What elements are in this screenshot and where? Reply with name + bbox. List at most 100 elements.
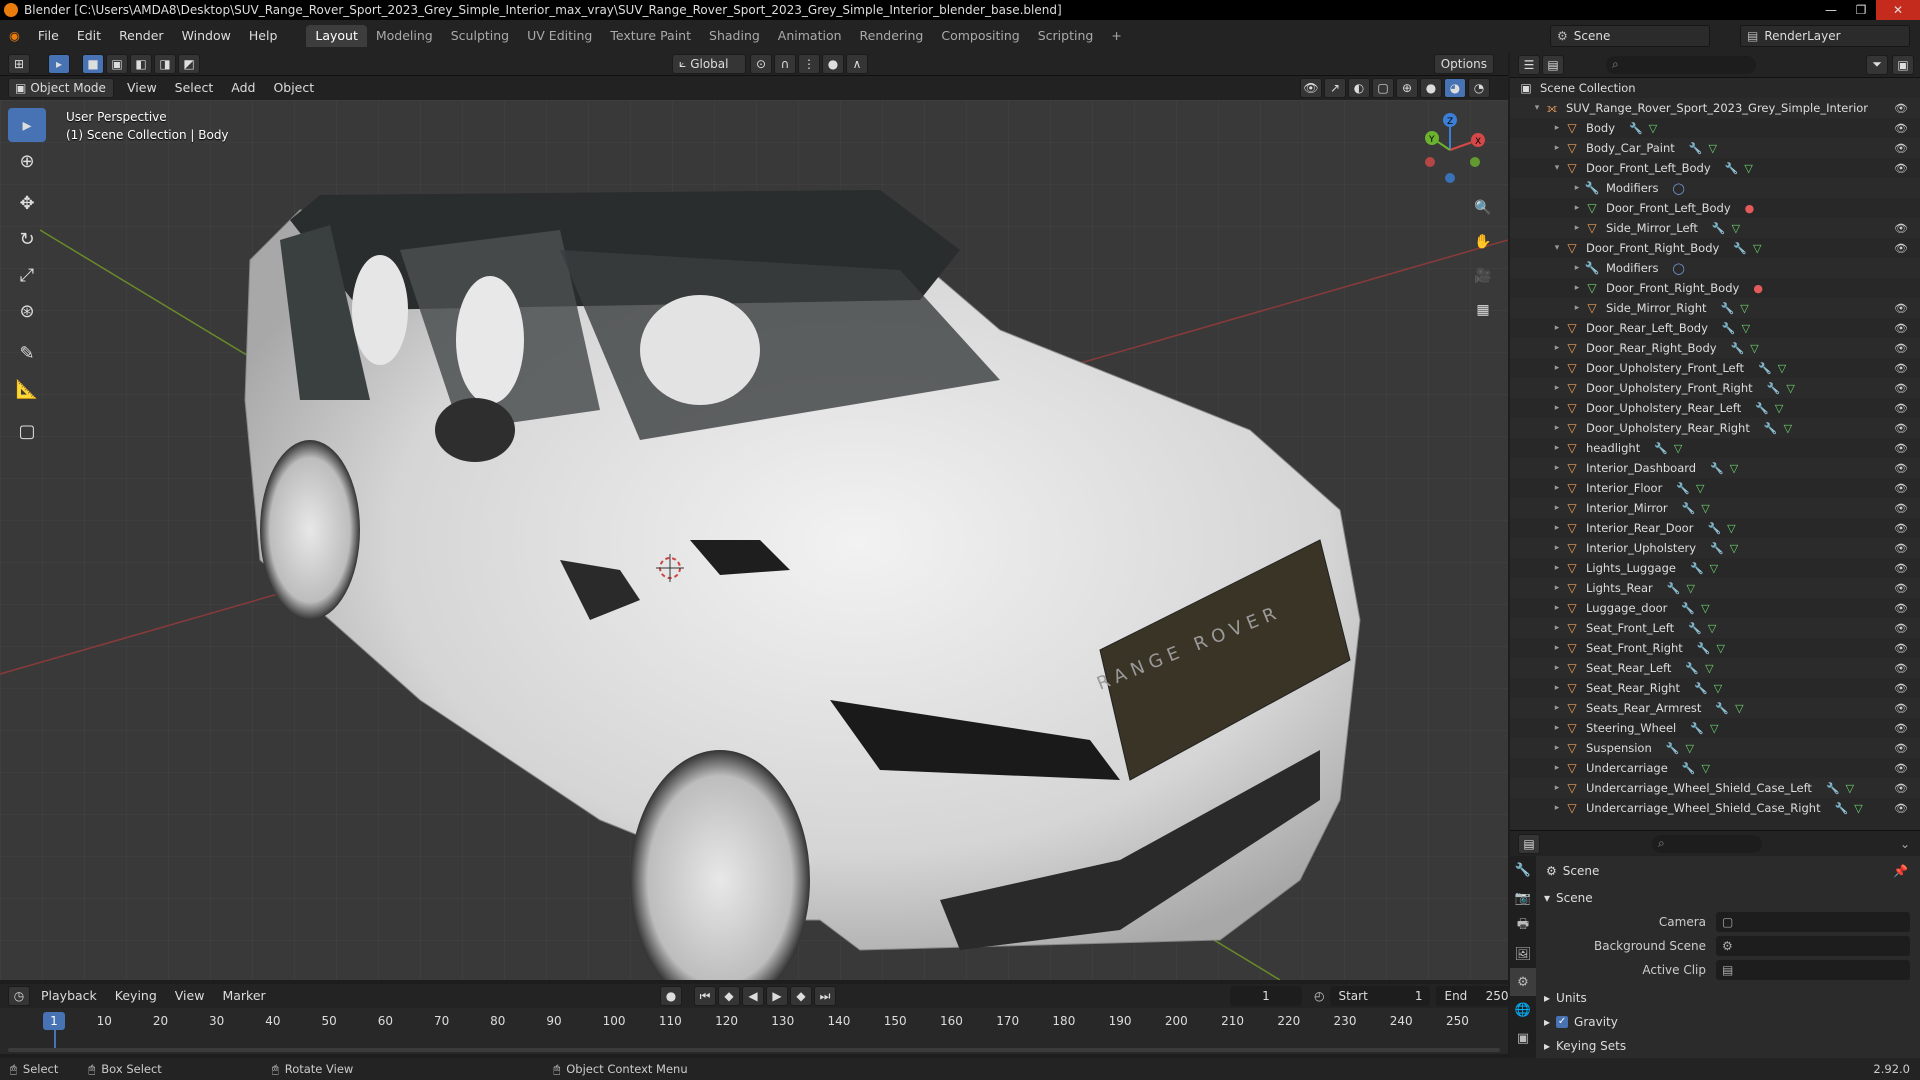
visibility-eye-icon[interactable]: 👁 — [1894, 342, 1908, 355]
visibility-eye-icon[interactable]: 👁 — [1894, 142, 1908, 155]
collapsed-arrow-icon[interactable]: ▸ — [1550, 443, 1564, 453]
gravity-checkbox[interactable]: ✓ — [1556, 1016, 1569, 1028]
mode-subtract-icon[interactable]: ◧ — [130, 53, 152, 74]
object-mode-dropdown[interactable]: ▣ Object Mode — [8, 78, 114, 98]
tool-tab-icon[interactable]: 🔧 — [1510, 856, 1536, 884]
collapsed-arrow-icon[interactable]: ▸ — [1550, 703, 1564, 713]
visibility-icon[interactable]: 👁 — [1300, 78, 1322, 98]
units-panel-header[interactable]: ▸ Units — [1536, 986, 1920, 1010]
visibility-eye-icon[interactable]: 👁 — [1894, 582, 1908, 595]
collapsed-arrow-icon[interactable]: ▸ — [1550, 543, 1564, 553]
visibility-eye-icon[interactable]: 👁 — [1894, 542, 1908, 555]
vp-menu-select[interactable]: Select — [166, 77, 223, 99]
collapse-arrow-icon[interactable]: ▾ — [1530, 103, 1544, 113]
zoom-icon[interactable]: 🔍 — [1470, 195, 1496, 221]
outliner-row[interactable]: ▸ ▽ Seats_Rear_Armrest 🔧 ▽ 👁 — [1510, 698, 1920, 718]
visibility-eye-icon[interactable]: 👁 — [1894, 242, 1908, 255]
timeline-editor-icon[interactable]: ◷ — [8, 986, 30, 1006]
outliner-editor-icon[interactable]: ☰ — [1518, 54, 1540, 75]
visibility-eye-icon[interactable]: 👁 — [1894, 362, 1908, 375]
collapsed-arrow-icon[interactable]: ▸ — [1550, 523, 1564, 533]
gravity-panel-header[interactable]: ▸ ✓ Gravity — [1536, 1010, 1920, 1034]
outliner-row[interactable]: ▸ 🔧 Modifiers ◯ — [1510, 258, 1920, 278]
visibility-eye-icon[interactable]: 👁 — [1894, 482, 1908, 495]
properties-editor-icon[interactable]: ▤ — [1518, 833, 1540, 854]
outliner-collection-row[interactable]: ▾ ⟗ SUV_Range_Rover_Sport_2023_Grey_Simp… — [1510, 98, 1920, 118]
blender-menu-icon[interactable]: ◉ — [0, 25, 29, 47]
outliner-row[interactable]: ▸ ▽ Interior_Dashboard 🔧 ▽ 👁 — [1510, 458, 1920, 478]
3d-viewport[interactable]: RANGE ROVER — [0, 100, 1508, 980]
outliner-row[interactable]: ▸ ▽ Steering_Wheel 🔧 ▽ 👁 — [1510, 718, 1920, 738]
scene-tab-icon[interactable]: ⚙ — [1510, 968, 1536, 996]
mode-new-icon[interactable]: ■ — [82, 53, 104, 74]
collapsed-arrow-icon[interactable]: ▸ — [1550, 803, 1564, 813]
vp-menu-object[interactable]: Object — [264, 77, 323, 99]
visibility-eye-icon[interactable]: 👁 — [1894, 322, 1908, 335]
tab-modeling[interactable]: Modeling — [367, 25, 442, 47]
current-frame-field[interactable]: 1 — [1230, 986, 1302, 1006]
outliner-row[interactable]: ▸ ▽ Door_Upholstery_Front_Left 🔧 ▽ 👁 — [1510, 358, 1920, 378]
outliner-row[interactable]: ▸ ▽ Interior_Upholstery 🔧 ▽ 👁 — [1510, 538, 1920, 558]
rotate-tool-icon[interactable]: ↻ — [8, 222, 46, 256]
outliner-search-input[interactable]: ⌕ — [1606, 55, 1756, 74]
proportional-icon[interactable]: ● — [822, 53, 844, 74]
menu-render[interactable]: Render — [110, 25, 173, 47]
outliner-row[interactable]: ▸ ▽ Door_Front_Left_Body ● — [1510, 198, 1920, 218]
collapsed-arrow-icon[interactable]: ▸ — [1550, 623, 1564, 633]
maximize-button[interactable]: ❐ — [1846, 0, 1876, 20]
visibility-eye-icon[interactable]: 👁 — [1894, 422, 1908, 435]
outliner-row[interactable]: ▸ ▽ Interior_Floor 🔧 ▽ 👁 — [1510, 478, 1920, 498]
menu-file[interactable]: File — [29, 25, 68, 47]
visibility-eye-icon[interactable]: 👁 — [1894, 802, 1908, 815]
active-clip-field[interactable]: ▤ — [1716, 960, 1910, 980]
mode-extend-icon[interactable]: ▣ — [106, 53, 128, 74]
xray-icon[interactable]: ▢ — [1372, 78, 1394, 98]
tab-scripting[interactable]: Scripting — [1029, 25, 1103, 47]
collapsed-arrow-icon[interactable]: ▸ — [1550, 763, 1564, 773]
tab-shading[interactable]: Shading — [700, 25, 769, 47]
overlay-icon[interactable]: ◐ — [1348, 78, 1370, 98]
shading-rendered-icon[interactable]: ◔ — [1468, 78, 1490, 98]
visibility-eye-icon[interactable]: 👁 — [1894, 602, 1908, 615]
new-collection-icon[interactable]: ▣ — [1892, 54, 1914, 75]
outliner-row[interactable]: ▸ ▽ Lights_Rear 🔧 ▽ 👁 — [1510, 578, 1920, 598]
camera-view-icon[interactable]: 🎥 — [1470, 263, 1496, 289]
collapsed-arrow-icon[interactable]: ▸ — [1550, 503, 1564, 513]
timeline-menu-marker[interactable]: Marker — [213, 985, 274, 1007]
outliner-row[interactable]: ▸ ▽ Suspension 🔧 ▽ 👁 — [1510, 738, 1920, 758]
visibility-eye-icon[interactable]: 👁 — [1894, 402, 1908, 415]
outliner-row[interactable]: ▸ ▽ Door_Rear_Right_Body 🔧 ▽ 👁 — [1510, 338, 1920, 358]
visibility-eye-icon[interactable]: 👁 — [1894, 442, 1908, 455]
camera-field[interactable]: ▢ — [1716, 912, 1910, 932]
visibility-eye-icon[interactable]: 👁 — [1894, 102, 1908, 115]
outliner-row[interactable]: ▸ ▽ Side_Mirror_Right 🔧 ▽ 👁 — [1510, 298, 1920, 318]
collapsed-arrow-icon[interactable]: ▸ — [1550, 603, 1564, 613]
collapsed-arrow-icon[interactable]: ▸ — [1550, 723, 1564, 733]
close-button[interactable]: ✕ — [1876, 0, 1920, 20]
tab-sculpting[interactable]: Sculpting — [442, 25, 518, 47]
pan-hand-icon[interactable]: ✋ — [1470, 229, 1496, 255]
menu-edit[interactable]: Edit — [68, 25, 110, 47]
collapsed-arrow-icon[interactable]: ▸ — [1570, 283, 1584, 293]
select-tool-icon[interactable]: ▸ — [48, 53, 70, 74]
keying-sets-panel-header[interactable]: ▸ Keying Sets — [1536, 1034, 1920, 1058]
pin-icon[interactable]: 📌 — [1893, 864, 1908, 878]
timeline-menu-playback[interactable]: Playback — [32, 985, 106, 1007]
outliner-row[interactable]: ▸ ▽ Side_Mirror_Left 🔧 ▽ 👁 — [1510, 218, 1920, 238]
select-box-tool-icon[interactable]: ▸ — [8, 108, 46, 142]
view-layer-tab-icon[interactable]: 🖼 — [1510, 940, 1536, 968]
visibility-eye-icon[interactable]: 👁 — [1894, 502, 1908, 515]
snap-target-icon[interactable]: ⋮ — [798, 53, 820, 74]
tab-layout[interactable]: Layout — [306, 25, 367, 47]
renderlayer-selector[interactable]: ▤ RenderLayer — [1740, 25, 1910, 47]
outliner-row[interactable]: ▸ ▽ headlight 🔧 ▽ 👁 — [1510, 438, 1920, 458]
outliner-row[interactable]: ▸ ▽ Undercarriage_Wheel_Shield_Case_Right 🔧… — [1510, 798, 1920, 818]
vp-menu-add[interactable]: Add — [222, 77, 264, 99]
outliner-row[interactable]: ▸ ▽ Door_Upholstery_Rear_Right 🔧 ▽ 👁 — [1510, 418, 1920, 438]
shading-material-icon[interactable]: ◕ — [1444, 78, 1466, 98]
outliner-row[interactable]: ▸ ▽ Seat_Front_Left 🔧 ▽ 👁 — [1510, 618, 1920, 638]
transform-orientation-dropdown[interactable]: ⟀ Global — [672, 53, 746, 74]
tab-rendering[interactable]: Rendering — [851, 25, 933, 47]
perspective-toggle-icon[interactable]: ▦ — [1470, 297, 1496, 323]
collapsed-arrow-icon[interactable]: ▸ — [1570, 183, 1584, 193]
